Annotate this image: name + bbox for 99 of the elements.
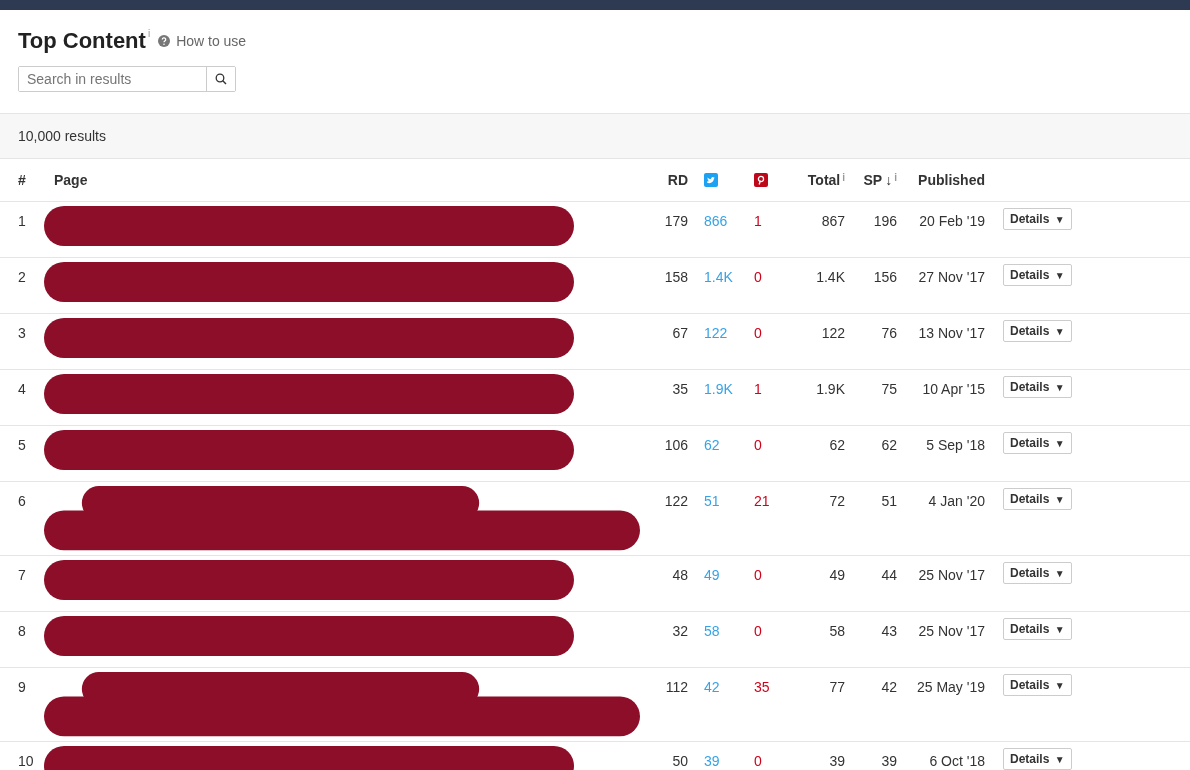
- rd-value: 158: [664, 269, 688, 285]
- published-date: 25 May '19: [916, 679, 985, 695]
- published-date: 27 Nov '17: [918, 269, 985, 285]
- row-number: 10: [18, 753, 34, 769]
- details-button[interactable]: Details ▼: [1003, 488, 1072, 510]
- sp-value: 75: [881, 381, 897, 397]
- row-number: 9: [18, 679, 26, 695]
- search-icon: [215, 73, 227, 85]
- total-value: 1.4K: [816, 269, 845, 285]
- sp-value: 156: [873, 269, 897, 285]
- sp-value: 196: [873, 213, 897, 229]
- published-date: 25 Nov '17: [918, 567, 985, 583]
- results-count: 10,000 results: [18, 128, 106, 144]
- search-field[interactable]: Search in results: [18, 66, 236, 92]
- sp-value: 51: [881, 493, 897, 509]
- pinterest-count: 0: [754, 325, 762, 341]
- column-header: RD: [667, 172, 688, 188]
- search-button[interactable]: [206, 67, 235, 91]
- page-title: Top Content: [18, 28, 146, 54]
- row-number: 6: [18, 493, 26, 509]
- twitter-count: 42: [704, 679, 720, 695]
- info-mark: i: [842, 172, 845, 183]
- row-number: 7: [18, 567, 26, 583]
- rd-value: 112: [665, 679, 688, 695]
- pinterest-count: 0: [754, 567, 762, 583]
- info-mark: i: [147, 28, 151, 39]
- published-date: 5 Sep '18: [926, 437, 985, 453]
- rd-value: 48: [672, 567, 688, 583]
- twitter-count: 1.9K: [704, 381, 733, 397]
- total-value: 77: [829, 679, 845, 695]
- column-header: Total: [807, 172, 841, 188]
- published-date: 25 Nov '17: [918, 623, 985, 639]
- details-button[interactable]: Details ▼: [1003, 208, 1072, 230]
- info-mark: i: [894, 172, 897, 183]
- total-value: 62: [829, 437, 845, 453]
- details-button[interactable]: Details ▼: [1003, 376, 1072, 398]
- row-number: 5: [18, 437, 26, 453]
- pinterest-count: 35: [754, 679, 770, 695]
- details-button[interactable]: Details ▼: [1003, 264, 1072, 286]
- published-date: 4 Jan '20: [928, 493, 985, 509]
- sp-value: 43: [881, 623, 897, 639]
- bird-icon: [704, 173, 718, 187]
- details-button[interactable]: Details ▼: [1003, 432, 1072, 454]
- twitter-count: 866: [704, 213, 728, 229]
- twitter-count: 122: [704, 325, 728, 341]
- pinterest-count: 1: [754, 381, 762, 397]
- rd-value: 106: [664, 437, 688, 453]
- column-header: SP: [863, 172, 883, 188]
- column-header: Page: [54, 172, 88, 188]
- sort-arrow[interactable]: ↓: [885, 172, 893, 188]
- sp-value: 44: [881, 567, 897, 583]
- row-number: 1: [18, 213, 26, 229]
- sp-value: 42: [881, 679, 897, 695]
- rd-value: 35: [672, 381, 688, 397]
- row-number: 2: [18, 269, 26, 285]
- rd-value: 122: [664, 493, 688, 509]
- twitter-count: 39: [704, 753, 720, 769]
- published-date: 6 Oct '18: [929, 753, 985, 769]
- rd-value: 179: [664, 213, 688, 229]
- total-value: 1.9K: [816, 381, 845, 397]
- twitter-count: 1.4K: [704, 269, 733, 285]
- help-icon: [158, 35, 171, 47]
- pinterest-count: 0: [754, 269, 762, 285]
- sp-value: 39: [881, 753, 897, 769]
- details-button[interactable]: Details ▼: [1003, 674, 1072, 696]
- row-number: 4: [18, 381, 26, 397]
- column-header: #: [18, 172, 26, 188]
- total-value: 72: [829, 493, 845, 509]
- row-number: 8: [18, 623, 26, 639]
- column-header: Published: [918, 172, 985, 188]
- published-date: 13 Nov '17: [918, 325, 985, 341]
- rd-value: 67: [672, 325, 688, 341]
- pinterest-count: 0: [754, 753, 762, 769]
- twitter-count: 49: [704, 567, 720, 583]
- twitter-count: 58: [704, 623, 720, 639]
- pin-icon: [754, 173, 768, 187]
- rd-value: 50: [672, 753, 688, 769]
- row-number: 3: [18, 325, 26, 341]
- details-button[interactable]: Details ▼: [1003, 748, 1072, 770]
- details-button[interactable]: Details ▼: [1003, 320, 1072, 342]
- pinterest-count: 0: [754, 623, 762, 639]
- total-value: 49: [829, 567, 845, 583]
- pinterest-count: 1: [754, 213, 762, 229]
- details-button[interactable]: Details ▼: [1003, 562, 1072, 584]
- published-date: 10 Apr '15: [922, 381, 985, 397]
- sp-value: 76: [881, 325, 897, 341]
- total-value: 39: [829, 753, 845, 769]
- twitter-count: 51: [704, 493, 720, 509]
- total-value: 58: [829, 623, 845, 639]
- twitter-count: 62: [704, 437, 720, 453]
- sp-value: 62: [881, 437, 897, 453]
- help-link[interactable]: How to use: [176, 33, 247, 49]
- published-date: 20 Feb '19: [919, 213, 985, 229]
- details-button[interactable]: Details ▼: [1003, 618, 1072, 640]
- rd-value: 32: [672, 623, 688, 639]
- total-value: 122: [821, 325, 845, 341]
- pinterest-count: 21: [754, 493, 770, 509]
- pinterest-count: 0: [754, 437, 762, 453]
- total-value: 867: [821, 213, 845, 229]
